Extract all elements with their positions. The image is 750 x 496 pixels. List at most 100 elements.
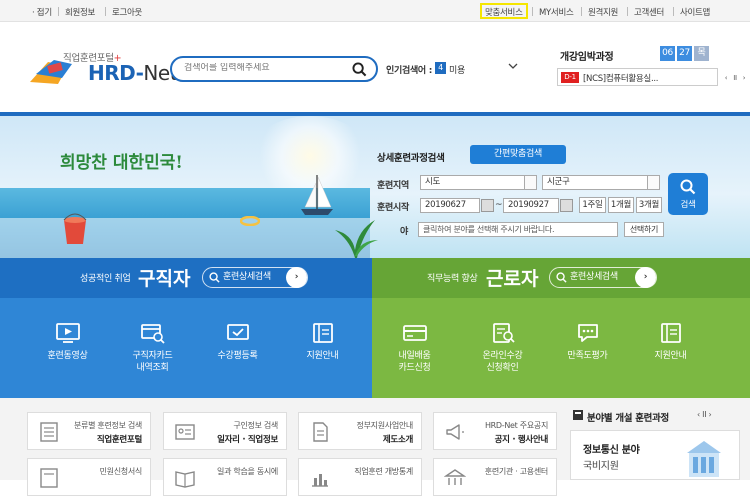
date-to-input[interactable]: 20190927 [503,198,559,213]
quick-search-button[interactable]: 간편맞춤검색 [470,145,566,164]
video-icon [55,323,80,343]
job-seeker-subtitle: 성공적인 취업 [80,274,131,284]
field-course-controls[interactable]: ‹ II › [697,410,712,419]
card-title: 일자리 · 직업정보 [217,435,278,445]
quick-card-institutions[interactable]: 훈련기관 · 고용센터 [433,458,557,496]
region-city-value: 시도 [425,177,441,187]
card-subtitle: 일과 학습을 동시에 [217,467,278,476]
card-subtitle: 훈련기관 · 고용센터 [484,467,549,476]
member-info-link[interactable]: 회원정보 [65,6,95,18]
my-service-link[interactable]: MY서비스 [539,6,574,18]
quick-card-gov-support[interactable]: 정부지원사업안내 제도소개 [298,412,422,450]
tile-online-apply[interactable]: 온라인수강 신청확인 [460,298,545,398]
course-name: [NCS]컴퓨터활용실... [583,74,659,84]
chevron-down-icon [647,176,659,189]
search-box [170,56,378,82]
customer-center-link[interactable]: 고객센터 [634,6,664,18]
tile-card-apply[interactable]: 내일배움 카드신청 [372,298,457,398]
detailed-search-title: 상세훈련과정검색 [377,153,445,164]
category-icon [573,410,583,420]
field-note: 국비지원 [583,461,619,472]
hero-slogan: 희망찬 대한민국! [60,153,183,173]
swim-ring-icon [240,216,260,226]
search-button[interactable]: 검색 [668,173,708,215]
search-icon[interactable] [352,62,367,77]
upcoming-course-title: 개강임박과정 [560,52,614,63]
quick-card-forms[interactable]: 민원신청서식 [27,458,151,496]
chevron-right-icon: › [635,267,656,288]
tile-label: 지원안내 [654,351,687,361]
tile-card-history[interactable]: 구직자카드 내역조회 [110,298,195,398]
card-title: 제도소개 [382,435,413,445]
tile-support-guide[interactable]: 지원안내 [280,298,365,398]
calendar-icon[interactable] [560,199,573,212]
start-date-label: 훈련시작 [377,203,409,213]
quick-card-work-learning[interactable]: 일과 학습을 동시에 [163,458,287,496]
check-monitor-icon [226,324,249,340]
upcoming-course-item[interactable]: D-1 [NCS]컴퓨터활용실... [557,68,718,86]
field-select-input[interactable]: 클릭하여 분야를 선택해 주시기 바랍니다. [418,222,618,237]
search-input[interactable] [184,63,344,73]
palm-leaf-icon [335,220,378,258]
card-subtitle: 정부지원사업안내 [356,421,414,430]
worker-subtitle: 직무능력 향상 [427,274,478,284]
worker-detail-search-button[interactable]: 훈련상세검색 › [549,267,657,288]
chevron-down-icon [524,176,536,189]
calendar-icon[interactable] [481,199,494,212]
card-subtitle: 구인정보 검색 [233,421,278,430]
region-district-value: 시군구 [547,177,570,187]
quick-card-stats[interactable]: 직업훈련 개방통계 [298,458,422,496]
tile-worker-support-guide[interactable]: 지원안내 [628,298,713,398]
book-icon [660,323,681,343]
period-3month-button[interactable]: 3개월 [636,197,662,213]
divider [105,7,106,16]
tile-label: 훈련동영상 [47,351,88,361]
collapse-link[interactable]: · 접기 [32,6,52,18]
tile-label-2: 카드신청 [398,363,431,373]
popular-search-label: 인기검색어 : [386,66,433,76]
card-title: 직업훈련포털 [96,435,142,445]
date-day: 27 [677,46,692,61]
period-1month-button[interactable]: 1개월 [608,197,634,213]
job-seeker-detail-search-button[interactable]: 훈련상세검색 › [202,267,308,288]
tile-label-2: 내역조회 [136,363,169,373]
tile-label: 온라인수강 [482,351,523,361]
field-course-card[interactable]: 정보통신 분야 국비지원 [570,430,740,480]
date-from-input[interactable]: 20190627 [420,198,480,213]
region-city-select[interactable]: 시도 [420,175,537,190]
bucket-icon [63,213,87,244]
popular-search-term[interactable]: 미용 [449,63,465,76]
custom-service-link[interactable]: 맞춤서비스 [485,6,523,18]
card-subtitle: 민원신청서식 [99,467,143,476]
document-search-icon [492,323,515,343]
sitemap-link[interactable]: 사이트맵 [680,6,710,18]
logout-link[interactable]: 로그아웃 [112,6,142,18]
worker-title: 근로자 [486,268,539,290]
card-subtitle: HRD-Net 주요공지 [484,421,548,430]
tile-training-video[interactable]: 훈련동영상 [25,298,110,398]
field-name: 정보통신 분야 [583,445,640,456]
beach [0,218,370,258]
remote-support-link[interactable]: 원격지원 [588,6,618,18]
tile-label: 수강평등록 [217,351,258,361]
tile-satisfaction[interactable]: 만족도평가 [545,298,630,398]
card-search-icon [140,324,165,344]
date-weekday: 목 [694,46,709,61]
tile-label: 만족도평가 [567,351,608,361]
quick-card-notices[interactable]: HRD-Net 주요공지 공지 · 행사안내 [433,412,557,450]
period-1week-button[interactable]: 1주일 [579,197,606,213]
logo-text[interactable]: HRD-Net [88,61,178,85]
chevron-right-icon: › [286,267,307,288]
chevron-down-icon[interactable] [508,63,518,70]
date-month: 06 [660,46,675,61]
region-district-select[interactable]: 시군구 [542,175,660,190]
tile-course-review[interactable]: 수강평등록 [195,298,280,398]
search-icon [680,179,696,195]
divider [532,7,533,16]
next-icon[interactable]: › [739,73,749,83]
quick-card-job-search[interactable]: 구인정보 검색 일자리 · 직업정보 [163,412,287,450]
search-icon [209,272,220,283]
quick-card-training-search[interactable]: 분류별 훈련정보 검색 직업훈련포털 [27,412,151,450]
field-course-title: 분야별 개설 훈련과정 [587,413,669,424]
field-select-button[interactable]: 선택하기 [624,222,664,237]
